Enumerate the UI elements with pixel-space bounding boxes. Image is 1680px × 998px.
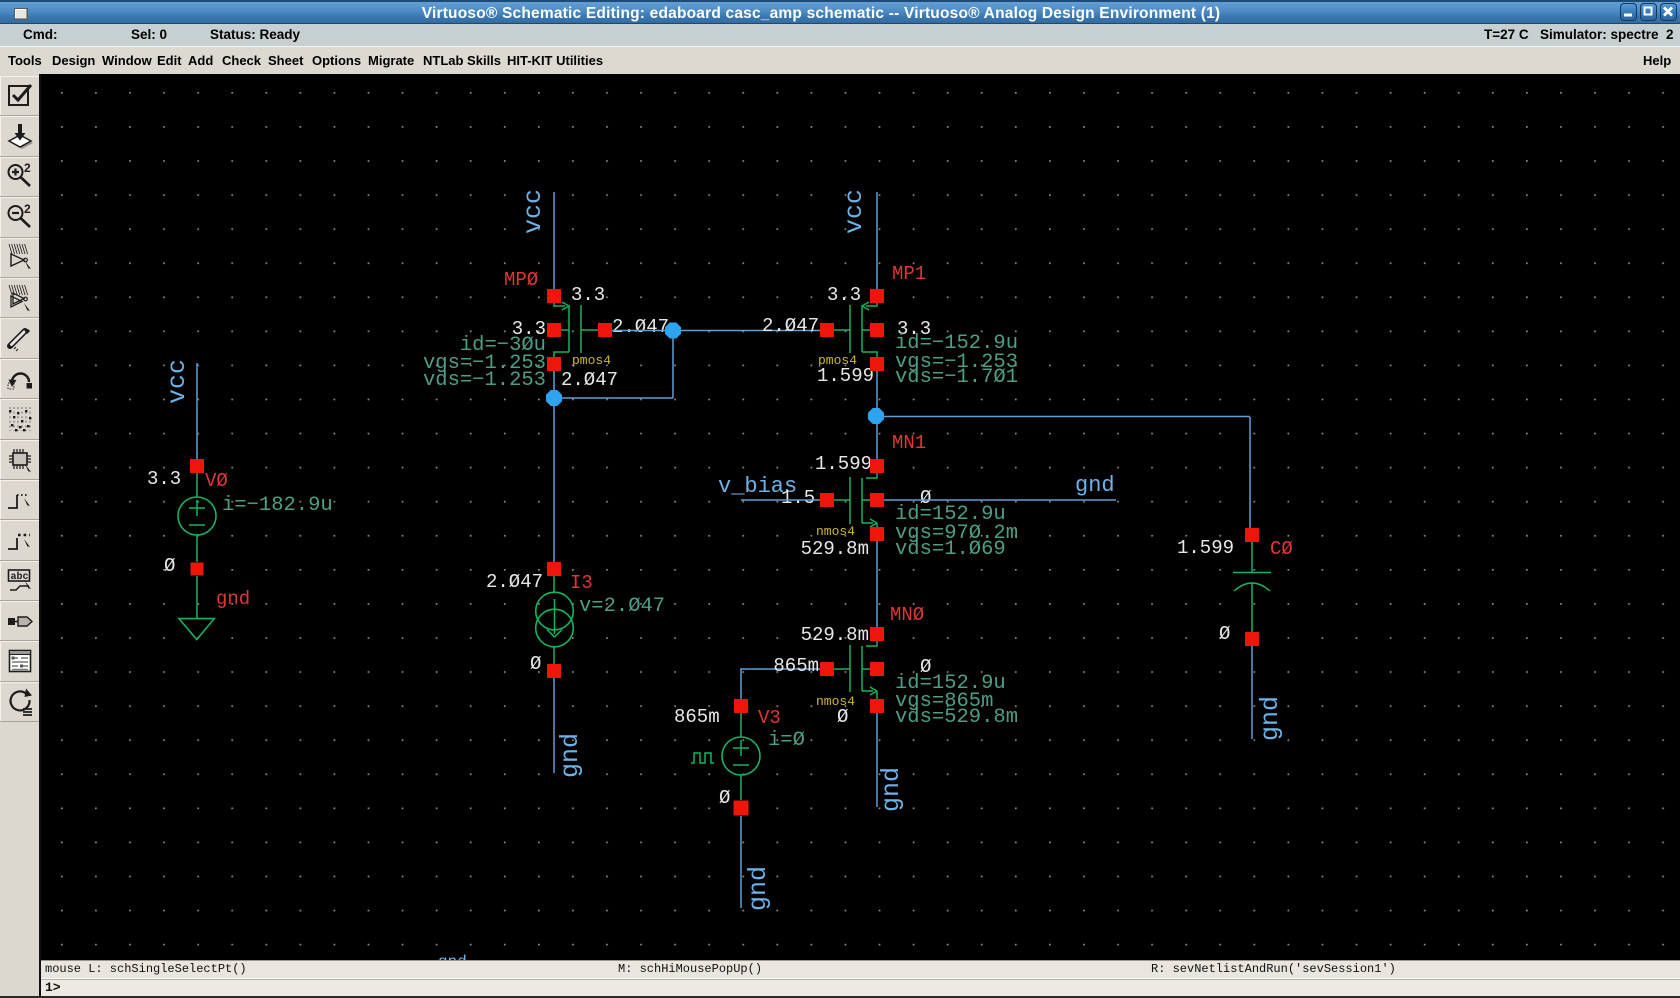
svg-text:Ø: Ø	[164, 555, 175, 577]
svg-text:2.Ø47: 2.Ø47	[486, 571, 543, 593]
svg-text:gnd: gnd	[438, 953, 467, 960]
svg-text:Ø: Ø	[837, 706, 848, 728]
svg-text:3.3: 3.3	[147, 468, 181, 490]
svg-text:vds=−1.7Ø1: vds=−1.7Ø1	[895, 366, 1018, 389]
svg-text:abc: abc	[10, 571, 28, 583]
svg-text:vds=−1.253: vds=−1.253	[423, 369, 546, 392]
svg-text:gnd: gnd	[556, 733, 585, 778]
svg-text:i=−182.9u: i=−182.9u	[222, 494, 333, 517]
svg-text:gnd: gnd	[877, 767, 906, 812]
svg-text:gnd: gnd	[1256, 696, 1285, 741]
svg-text:MPØ: MPØ	[504, 269, 538, 291]
svg-text:VØ: VØ	[205, 470, 228, 492]
svg-text:2.Ø47: 2.Ø47	[561, 369, 618, 391]
svg-text:Ø: Ø	[1219, 623, 1230, 645]
svg-text:vcc: vcc	[840, 189, 869, 234]
svg-text:pmos4: pmos4	[572, 353, 611, 368]
svg-text:CØ: CØ	[1270, 538, 1293, 560]
svg-text:529.8m: 529.8m	[801, 624, 869, 646]
svg-text:3.3: 3.3	[827, 284, 861, 306]
svg-text:2: 2	[24, 161, 31, 175]
svg-text:gnd: gnd	[1075, 473, 1115, 498]
svg-text:2.Ø47: 2.Ø47	[612, 316, 669, 338]
svg-text:gnd: gnd	[744, 866, 773, 911]
svg-text:vds=529.8m: vds=529.8m	[895, 706, 1018, 729]
svg-text:529.8m: 529.8m	[801, 538, 869, 560]
svg-text:vcc: vcc	[519, 189, 548, 234]
svg-text:I3: I3	[570, 572, 593, 594]
svg-text:nmos4: nmos4	[816, 524, 855, 539]
svg-text:2: 2	[24, 202, 31, 216]
svg-text:865m: 865m	[773, 655, 819, 677]
svg-text:2.Ø47: 2.Ø47	[762, 315, 819, 337]
svg-text:vcc: vcc	[163, 359, 192, 404]
svg-text:1.599: 1.599	[815, 453, 872, 475]
svg-text:865m: 865m	[674, 706, 720, 728]
svg-text:1.599: 1.599	[817, 365, 874, 387]
svg-text:v=2.Ø47: v=2.Ø47	[579, 595, 665, 618]
svg-text:MN1: MN1	[892, 432, 926, 454]
svg-text:gnd: gnd	[216, 588, 250, 610]
svg-text:nmos4: nmos4	[816, 694, 855, 709]
svg-text:i=Ø: i=Ø	[768, 729, 805, 752]
svg-text:Ø: Ø	[719, 787, 730, 809]
svg-text:3.3: 3.3	[571, 284, 605, 306]
svg-text:MNØ: MNØ	[890, 604, 924, 626]
svg-text:vds=1.Ø69: vds=1.Ø69	[895, 538, 1006, 561]
svg-text:MP1: MP1	[892, 263, 926, 285]
svg-text:V3: V3	[758, 707, 781, 729]
svg-text:Ø: Ø	[530, 653, 541, 675]
svg-text:1.599: 1.599	[1177, 537, 1234, 559]
svg-text:1.5: 1.5	[781, 487, 815, 509]
